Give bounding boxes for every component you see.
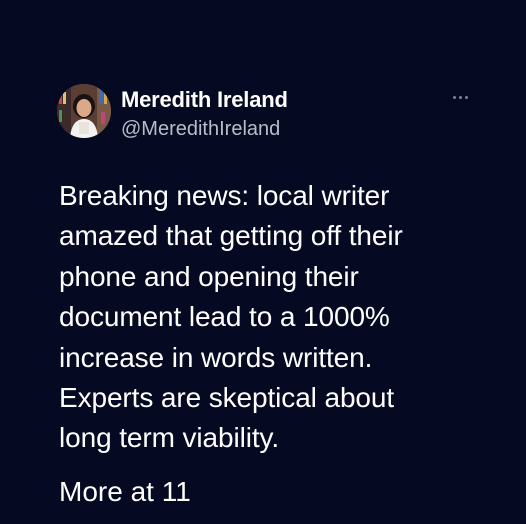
more-options-button[interactable]: [449, 90, 471, 104]
tweet-text-line: document lead to a 1000%: [59, 301, 390, 333]
tweet-footer-text: More at 11: [59, 476, 191, 507]
tweet-text-line: Breaking news: local writer: [59, 180, 390, 211]
tweet-text-line: amazed that getting off their: [59, 220, 403, 252]
tweet-text-line: increase in words written.: [59, 341, 373, 373]
avatar[interactable]: [57, 84, 111, 138]
tweet-text-line: long term viability.: [59, 422, 280, 454]
tweet-text-line: phone and opening their: [59, 260, 359, 292]
author-handle[interactable]: @MeredithIreland: [121, 115, 280, 143]
more-horizontal-icon: [464, 95, 468, 99]
avatar-photo: [57, 84, 111, 138]
tweet-text-line: Experts are skeptical about: [59, 382, 395, 414]
tweet-card: Meredith Ireland @MeredithIreland Breaki…: [0, 0, 526, 524]
more-horizontal-icon: [452, 95, 456, 99]
author-name[interactable]: Meredith Ireland: [121, 85, 288, 115]
more-horizontal-icon: [458, 95, 462, 99]
tweet-text: Breaking news: local writer amazed that …: [59, 176, 499, 459]
